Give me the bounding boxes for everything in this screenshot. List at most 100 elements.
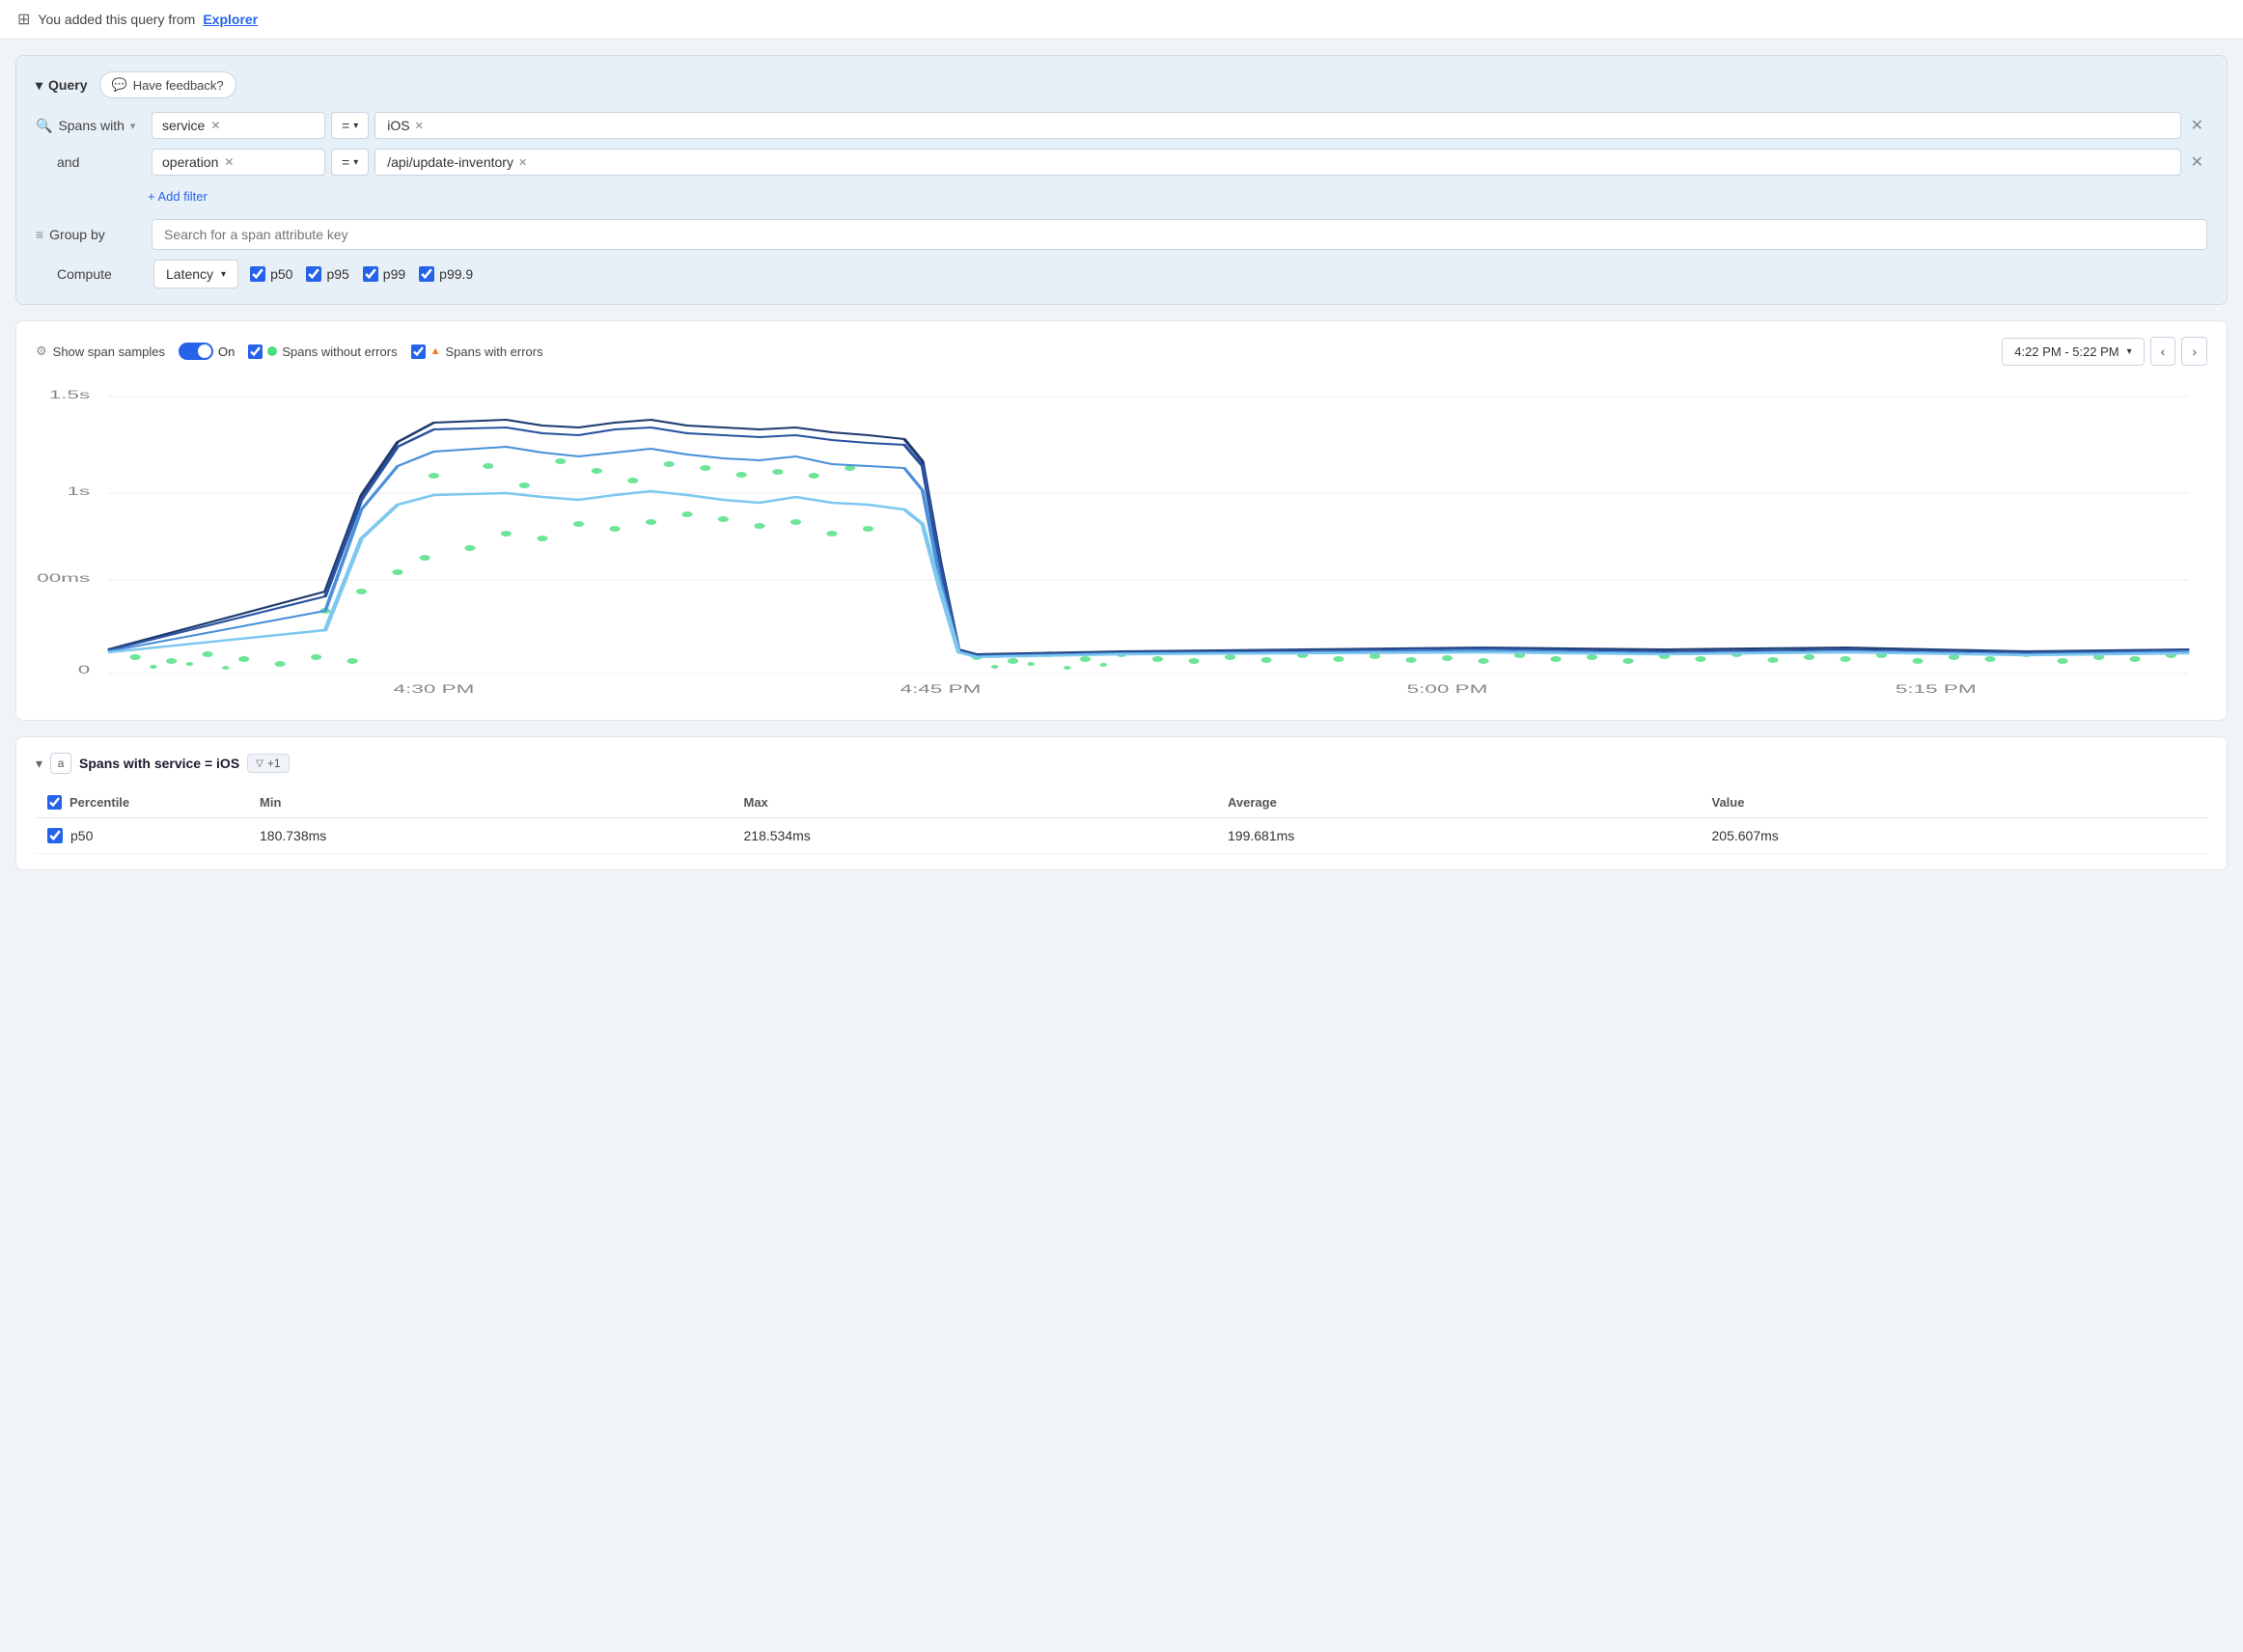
compute-label: Compute [36, 266, 142, 282]
with-errors-checkbox[interactable] [411, 344, 426, 359]
filter-2-value-container: /api/update-inventory ✕ [374, 149, 2180, 176]
p50-check[interactable]: p50 [250, 266, 292, 282]
show-samples-label: Show span samples [53, 344, 165, 359]
filter-1-input-group: service ✕ = ▾ iOS ✕ ✕ [152, 112, 2207, 139]
p50-max: 218.534ms [744, 828, 1229, 843]
filter-2-field[interactable]: operation ✕ [152, 149, 325, 176]
chevron-down-icon: ▾ [36, 77, 42, 94]
percentile-checks: p50 p95 p99 p99.9 [250, 266, 473, 282]
filter-2-operator[interactable]: = ▾ [331, 149, 369, 176]
with-errors-label: Spans with errors [445, 344, 542, 359]
filter-badge[interactable]: ▽ +1 [247, 754, 289, 773]
filter-2-field-value: operation [162, 154, 218, 170]
p50-row-label: p50 [70, 828, 93, 843]
svg-text:1.5s: 1.5s [49, 388, 91, 400]
no-errors-label: Spans without errors [282, 344, 397, 359]
top-bar: ⊞ You added this query from Explorer [0, 0, 2243, 40]
p999-checkbox[interactable] [419, 266, 434, 282]
time-range-control: 4:22 PM - 5:22 PM ▾ ‹ › [2002, 337, 2207, 366]
prev-time-button[interactable]: ‹ [2150, 337, 2176, 366]
legend-with-errors[interactable]: ▲ Spans with errors [411, 344, 543, 359]
group-by-label: ≡ Group by [36, 227, 142, 242]
results-panel: ▾ a Spans with service = iOS ▽ +1 Percen… [15, 736, 2228, 870]
compute-metric-value: Latency [166, 266, 213, 282]
no-errors-dot [267, 346, 277, 356]
feedback-button[interactable]: 💬 Have feedback? [99, 71, 236, 98]
filter-1-field-clear[interactable]: ✕ [210, 119, 220, 132]
filter-2-input-group: operation ✕ = ▾ /api/update-inventory ✕ … [152, 149, 2207, 176]
no-errors-checkbox[interactable] [248, 344, 263, 359]
svg-text:1s: 1s [68, 484, 91, 497]
p99-checkbox[interactable] [363, 266, 378, 282]
p99-label: p99 [383, 266, 405, 282]
time-range-button[interactable]: 4:22 PM - 5:22 PM ▾ [2002, 338, 2144, 366]
latency-chart: 1.5s 1s 500ms 0 4:30 PM 4:45 PM 5:00 PM … [36, 379, 2207, 707]
percentile-cell: p50 [47, 828, 260, 843]
filter-row-1: 🔍 Spans with ▾ service ✕ = ▾ iOS ✕ [36, 112, 2207, 139]
filter-1-row-remove[interactable]: ✕ [2187, 112, 2207, 139]
add-filter-button[interactable]: + Add filter [148, 185, 208, 207]
group-by-text: Group by [49, 227, 105, 242]
group-letter: a [58, 757, 65, 770]
filter-2-value: /api/update-inventory [387, 154, 513, 170]
group-by-input[interactable] [152, 219, 2207, 250]
col-value: Value [1712, 795, 2197, 810]
chevron-down-icon-op1: ▾ [353, 121, 358, 131]
table-row: p50 180.738ms 218.534ms 199.681ms 205.60… [36, 818, 2207, 854]
layers-icon: ≡ [36, 227, 43, 242]
chevron-down-icon-time: ▾ [2127, 346, 2132, 357]
p95-checkbox[interactable] [306, 266, 321, 282]
filter-1-operator-value: = [342, 118, 349, 133]
time-range-value: 4:22 PM - 5:22 PM [2014, 344, 2118, 359]
p95-label: p95 [326, 266, 348, 282]
svg-text:4:30 PM: 4:30 PM [394, 682, 475, 695]
query-panel: ▾ Query 💬 Have feedback? 🔍 Spans with ▾ … [15, 55, 2228, 305]
filter-2-value-tag: /api/update-inventory ✕ [387, 154, 527, 170]
span-samples-toggle[interactable]: On [179, 343, 235, 360]
filter-badge-value: +1 [267, 757, 281, 770]
chart-panel: ⚙ Show span samples On Spans without err… [15, 320, 2228, 721]
legend-no-errors[interactable]: Spans without errors [248, 344, 397, 359]
p50-row-checkbox[interactable] [47, 828, 63, 843]
p999-check[interactable]: p99.9 [419, 266, 473, 282]
p50-value: 205.607ms [1712, 828, 2197, 843]
add-filter-row: + Add filter [36, 185, 2207, 207]
col-percentile-label: Percentile [69, 795, 129, 810]
chevron-down-icon-spans[interactable]: ▾ [130, 120, 136, 132]
select-all-checkbox[interactable] [47, 795, 62, 810]
p99-check[interactable]: p99 [363, 266, 405, 282]
col-percentile: Percentile [47, 795, 260, 810]
filter-2-value-clear[interactable]: ✕ [518, 156, 527, 169]
p999-label: p99.9 [439, 266, 473, 282]
svg-text:5:15 PM: 5:15 PM [1896, 682, 1977, 695]
toggle-on-indicator[interactable] [179, 343, 213, 360]
filter-label-spans: 🔍 Spans with ▾ [36, 118, 142, 134]
compute-label-text: Compute [57, 266, 112, 282]
chevron-down-icon-op2: ▾ [353, 157, 358, 168]
filter-1-value-clear[interactable]: ✕ [415, 120, 424, 132]
compute-metric-select[interactable]: Latency ▾ [153, 260, 238, 289]
next-time-button[interactable]: › [2181, 337, 2207, 366]
chevron-down-icon-metric: ▾ [221, 269, 226, 280]
results-chevron[interactable]: ▾ [36, 756, 42, 772]
filter-1-field[interactable]: service ✕ [152, 112, 325, 139]
p50-average: 199.681ms [1228, 828, 1712, 843]
explorer-link[interactable]: Explorer [203, 12, 258, 27]
chart-controls: ⚙ Show span samples On Spans without err… [36, 337, 2207, 366]
toggle-on-label: On [218, 344, 235, 359]
p50-checkbox[interactable] [250, 266, 265, 282]
show-span-samples: ⚙ Show span samples [36, 344, 165, 359]
spans-with-label: Spans with [58, 118, 124, 133]
filter-icon-small: ▽ [256, 758, 263, 769]
filter-2-row-remove[interactable]: ✕ [2187, 149, 2207, 176]
filter-1-operator[interactable]: = ▾ [331, 112, 369, 139]
filter-1-value-tag: iOS ✕ [387, 118, 424, 133]
p95-check[interactable]: p95 [306, 266, 348, 282]
query-toggle[interactable]: ▾ Query [36, 77, 88, 94]
col-average: Average [1228, 795, 1712, 810]
results-header: ▾ a Spans with service = iOS ▽ +1 [36, 753, 2207, 774]
results-title: Spans with service = iOS [79, 756, 239, 771]
feedback-label: Have feedback? [133, 78, 224, 93]
filter-2-field-clear[interactable]: ✕ [224, 155, 234, 169]
main-content: ▾ Query 💬 Have feedback? 🔍 Spans with ▾ … [0, 40, 2243, 886]
